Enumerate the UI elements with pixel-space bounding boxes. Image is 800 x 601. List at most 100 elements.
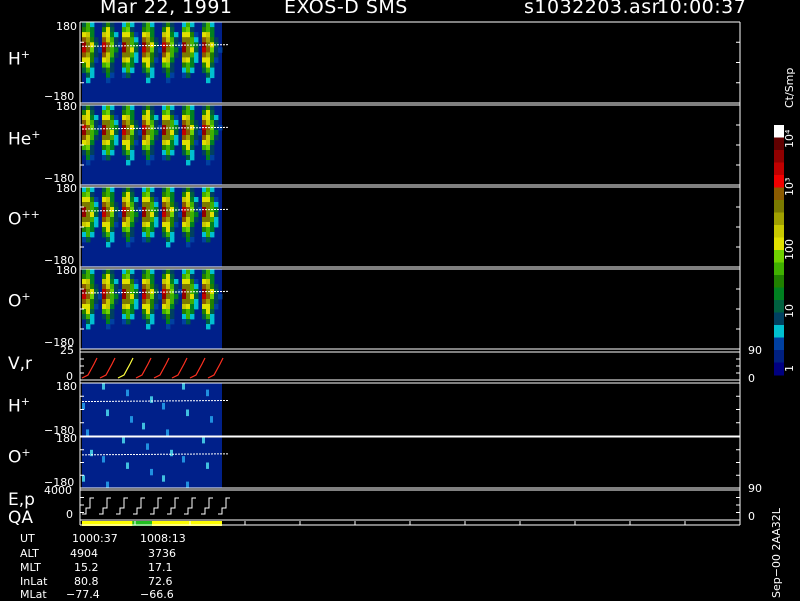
colorbar-title: Ct/Smp (783, 67, 796, 108)
heatmap-cell (122, 192, 127, 198)
heatmap-cell (90, 217, 95, 223)
heatmap-cell (166, 77, 171, 84)
heatmap-cell (146, 115, 151, 121)
heatmap-cell (190, 222, 195, 228)
heatmap-cell (162, 227, 167, 233)
heatmap-cell (190, 22, 195, 28)
heatmap-cell (174, 222, 179, 228)
heatmap-cell (90, 232, 95, 238)
heatmap-cell (82, 22, 87, 28)
heatmap-cell (170, 232, 175, 238)
heatmap-cell (202, 130, 207, 136)
heatmap-cell (86, 304, 91, 310)
heatmap-cell (210, 150, 215, 156)
heatmap-cell (102, 202, 107, 208)
heatmap-cell (126, 22, 131, 28)
panel-label-vr: V,r (8, 354, 33, 374)
heatmap-cell (114, 32, 119, 38)
heatmap-cell (166, 429, 169, 436)
heatmap-cell (214, 304, 219, 310)
heatmap-cell (166, 279, 171, 285)
heatmap-cell (86, 125, 91, 131)
info-label-alt: ALT (20, 547, 39, 560)
heatmap-cell (86, 57, 91, 63)
heatmap-cell (146, 309, 151, 315)
heatmap-cell (214, 284, 219, 290)
heatmap-cell (202, 269, 207, 275)
heatmap-cell (186, 27, 191, 33)
heatmap-cell (206, 135, 211, 141)
heatmap-cell (122, 27, 127, 33)
heatmap-cell (82, 52, 87, 58)
heatmap-cell (130, 67, 135, 74)
heatmap-cell (82, 192, 87, 198)
heatmap-cell (206, 32, 211, 38)
heatmap-cell (158, 47, 163, 53)
heatmap-cell (162, 140, 167, 146)
heatmap-cell (202, 299, 207, 305)
heatmap-cell (82, 475, 85, 482)
heatmap-cell (202, 47, 207, 53)
heatmap-cell (190, 202, 195, 208)
heatmap-cell (94, 304, 99, 310)
heatmap-cell (130, 289, 135, 295)
heatmap-cell (210, 319, 215, 325)
heatmap-cell (150, 222, 155, 228)
heatmap-cell (142, 304, 147, 310)
heatmap-cell (190, 27, 195, 33)
heatmap-cell (146, 160, 151, 166)
heatmap-cell (142, 67, 147, 74)
heatmap-cell (142, 212, 147, 218)
heatmap-cell (86, 217, 91, 223)
heatmap-cell (166, 22, 171, 28)
heatmap-cell (122, 227, 127, 233)
heatmap-cell (110, 135, 115, 141)
heatmap-cell (110, 212, 115, 218)
heatmap-cell (190, 294, 195, 300)
heatmap-cell (86, 212, 91, 218)
heatmap-cell (166, 105, 171, 111)
heatmap-cell (210, 52, 215, 58)
heatmap-cell (130, 47, 135, 53)
heatmap-cell (90, 274, 95, 280)
heatmap-cell (106, 115, 111, 121)
heatmap-cell (94, 289, 99, 295)
heatmap-cell (162, 299, 167, 305)
heatmap-cell (194, 279, 199, 285)
heatmap-cell (150, 212, 155, 218)
heatmap-cell (146, 32, 151, 38)
heatmap-cell (106, 57, 111, 63)
heatmap-cell (210, 187, 215, 193)
heatmap-cell (114, 42, 119, 48)
heatmap-cell (142, 314, 147, 320)
heatmap-cell (142, 120, 147, 126)
heatmap-cell (114, 217, 119, 223)
heatmap-cell (170, 150, 175, 156)
heatmap-cell (82, 130, 87, 136)
heatmap-cell (130, 304, 135, 310)
colorbar-swatch (774, 225, 784, 238)
heatmap-cell (206, 217, 211, 223)
heatmap-cell (106, 212, 111, 218)
heatmap-cell (102, 125, 107, 131)
heatmap-cell (190, 32, 195, 38)
heatmap-cell (142, 299, 147, 305)
heatmap-cell (214, 120, 219, 126)
heatmap-cell (82, 32, 87, 38)
heatmap-cell (106, 242, 111, 248)
heatmap-cell (206, 279, 211, 285)
heatmap-cell (94, 57, 99, 63)
heatmap-cell (82, 212, 87, 218)
heatmap-cell (174, 130, 179, 136)
heatmap-cell (86, 309, 91, 315)
heatmap-cell (210, 202, 215, 208)
heatmap-cell (114, 47, 119, 53)
heatmap-cell (162, 32, 167, 38)
heatmap-cell (82, 110, 87, 116)
heatmap-cell (146, 22, 151, 28)
heatmap-cell (106, 409, 109, 417)
heatmap-cell (134, 125, 139, 131)
heatmap-cell (142, 207, 147, 213)
heatmap-cell (142, 62, 147, 68)
heatmap-cell (82, 289, 87, 295)
